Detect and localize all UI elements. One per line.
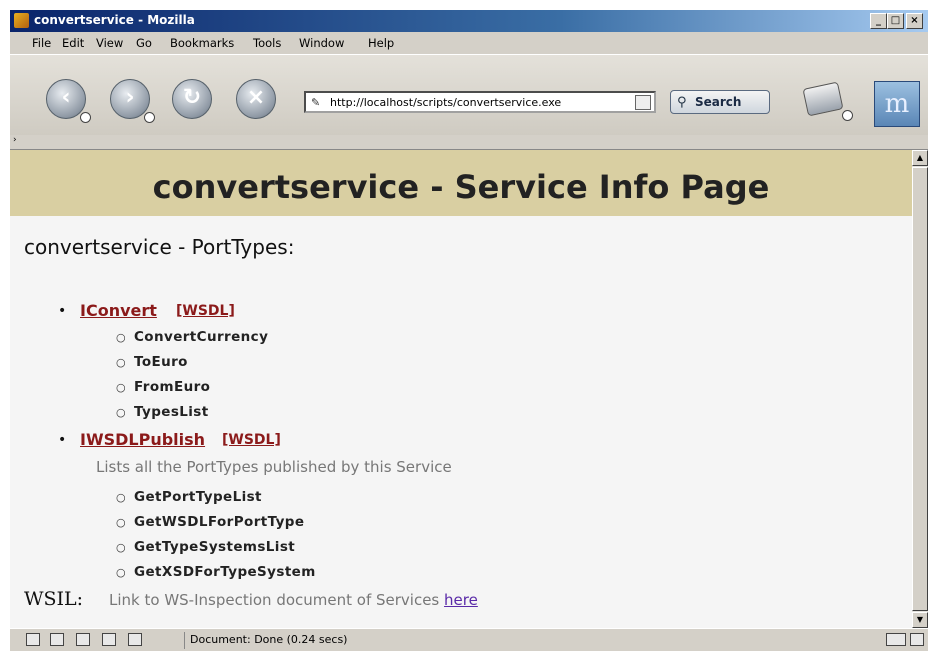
sublist-bullet-icon: ○ [116, 516, 126, 529]
status-text: Document: Done (0.24 secs) [190, 633, 348, 646]
sublist-bullet-icon: ○ [116, 491, 126, 504]
print-icon[interactable] [802, 81, 844, 117]
back-dropdown-icon[interactable] [80, 112, 91, 123]
back-button[interactable]: ‹ [46, 79, 86, 119]
search-button-label: Search [695, 95, 742, 109]
navigation-toolbar: ‹ › ↻ × ✎ http://localhost/scripts/conve… [10, 54, 928, 136]
menu-file[interactable]: File [32, 36, 51, 50]
window-title: convertservice - Mozilla [34, 13, 195, 27]
reload-icon: ↻ [182, 85, 202, 110]
wsil-description: Link to WS-Inspection document of Servic… [109, 591, 478, 609]
url-history-dropdown-icon[interactable] [635, 95, 651, 110]
stop-icon: × [246, 85, 266, 110]
address-bar[interactable]: ✎ http://localhost/scripts/convertservic… [304, 91, 656, 113]
operation-item: ToEuro [134, 354, 188, 370]
page-content: convertservice - Service Info Page conve… [10, 150, 912, 628]
wsil-label: WSIL: [24, 588, 84, 610]
sublist-bullet-icon: ○ [116, 541, 126, 554]
title-banner: convertservice - Service Info Page [10, 150, 912, 216]
wsdl-link-iconvert[interactable]: [WSDL] [176, 303, 235, 319]
search-button[interactable]: ⚲ Search [670, 90, 770, 114]
chatzilla-icon[interactable] [128, 633, 142, 646]
operation-item: GetWSDLForPortType [134, 514, 305, 530]
sublist-bullet-icon: ○ [116, 381, 126, 394]
menu-bar: File Edit View Go Bookmarks Tools Window… [10, 32, 928, 54]
forward-button[interactable]: › [110, 79, 150, 119]
operation-item: GetPortTypeList [134, 489, 262, 505]
menu-go[interactable]: Go [136, 36, 152, 50]
personal-toolbar: › [10, 135, 928, 150]
scroll-down-arrow-icon[interactable]: ▼ [912, 612, 928, 628]
menu-help[interactable]: Help [368, 36, 394, 50]
wsdl-link-iwsdlpublish[interactable]: [WSDL] [222, 432, 281, 448]
sublist-bullet-icon: ○ [116, 331, 126, 344]
online-status-icon[interactable] [886, 633, 906, 646]
minimize-button[interactable]: _ [870, 13, 887, 29]
menu-window[interactable]: Window [299, 36, 344, 50]
reload-button[interactable]: ↻ [172, 79, 212, 119]
url-input[interactable]: http://localhost/scripts/convertservice.… [330, 96, 561, 109]
scroll-thumb[interactable] [912, 167, 928, 611]
operation-item: TypesList [134, 404, 209, 420]
security-lock-icon [910, 633, 924, 646]
forward-arrow-icon: › [125, 85, 135, 110]
navigator-icon[interactable] [26, 633, 40, 646]
print-dropdown-icon[interactable] [842, 110, 853, 121]
operation-item: ConvertCurrency [134, 329, 269, 345]
operation-item: GetTypeSystemsList [134, 539, 296, 555]
maximize-button[interactable]: □ [887, 13, 904, 29]
browser-window: convertservice - Mozilla _ □ × File Edit… [10, 10, 928, 651]
mozilla-app-icon [14, 13, 29, 28]
address-book-icon[interactable] [102, 633, 116, 646]
menu-edit[interactable]: Edit [62, 36, 84, 50]
menu-view[interactable]: View [96, 36, 123, 50]
wsil-text: Link to WS-Inspection document of Servic… [109, 591, 440, 609]
porttype-link-iconvert[interactable]: IConvert [80, 301, 157, 320]
menu-bookmarks[interactable]: Bookmarks [170, 36, 234, 50]
page-proxy-icon: ✎ [311, 96, 321, 109]
search-icon: ⚲ [677, 95, 687, 110]
mail-icon[interactable] [50, 633, 64, 646]
sublist-bullet-icon: ○ [116, 566, 126, 579]
scroll-up-arrow-icon[interactable]: ▲ [912, 150, 928, 166]
page-title: convertservice - Service Info Page [152, 168, 770, 206]
porttype-link-iwsdlpublish[interactable]: IWSDLPublish [80, 430, 205, 449]
operation-item: GetXSDForTypeSystem [134, 564, 316, 580]
toolbar-expand-icon[interactable]: › [13, 135, 17, 145]
composer-icon[interactable] [76, 633, 90, 646]
list-bullet-icon: • [58, 432, 67, 448]
vertical-scrollbar[interactable]: ▲ ▼ [912, 150, 928, 628]
back-arrow-icon: ‹ [61, 85, 71, 110]
porttype-description: Lists all the PortTypes published by thi… [96, 458, 452, 476]
close-button[interactable]: × [906, 13, 923, 29]
sublist-bullet-icon: ○ [116, 406, 126, 419]
forward-dropdown-icon[interactable] [144, 112, 155, 123]
operation-item: FromEuro [134, 379, 211, 395]
list-bullet-icon: • [58, 303, 67, 319]
mozilla-throbber-icon[interactable]: m [874, 81, 920, 127]
status-divider [184, 632, 185, 649]
wsil-here-link[interactable]: here [444, 591, 478, 609]
sublist-bullet-icon: ○ [116, 356, 126, 369]
stop-button[interactable]: × [236, 79, 276, 119]
status-bar: Document: Done (0.24 secs) [10, 628, 928, 651]
menu-tools[interactable]: Tools [253, 36, 281, 50]
title-bar: convertservice - Mozilla _ □ × [10, 10, 928, 32]
porttypes-heading: convertservice - PortTypes: [24, 235, 295, 259]
